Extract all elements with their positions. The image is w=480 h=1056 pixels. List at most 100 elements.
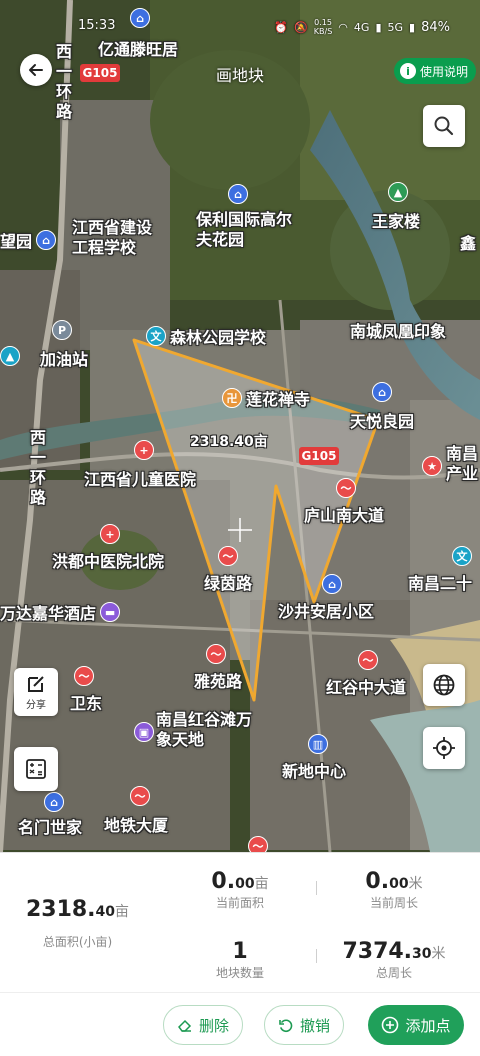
- school-icon: 文: [146, 326, 166, 346]
- current-perim-label: 当前周长: [369, 896, 418, 910]
- house-icon: ⌂: [36, 230, 57, 250]
- total-area-int: 2318.: [25, 897, 96, 922]
- search-button[interactable]: [423, 105, 465, 147]
- search-icon: [434, 116, 454, 136]
- poi-senlin[interactable]: 文森林公园学校: [146, 324, 266, 348]
- school-icon: 文: [452, 546, 472, 566]
- alarm-icon: ⏰: [274, 20, 289, 34]
- current-area-unit: 亩: [254, 876, 269, 892]
- total-area-block: 2318.40亩 总面积(小亩): [0, 853, 155, 991]
- metro-icon: 〜: [248, 836, 268, 852]
- poi-hongdu: 洪都中医院北院: [52, 552, 165, 571]
- eraser-icon: [177, 1019, 192, 1032]
- network-speed-unit: KB/S: [313, 27, 333, 36]
- current-perim-int: 0.: [365, 869, 390, 894]
- undo-icon: [279, 1019, 293, 1033]
- poi-xindi: 新地中心: [282, 762, 347, 781]
- poi-ertong-pin[interactable]: +: [134, 440, 154, 460]
- battery-level: 84%: [421, 19, 450, 35]
- undo-button[interactable]: 撤销: [264, 1005, 344, 1045]
- poi-bottom-pin[interactable]: 〜: [248, 836, 268, 852]
- current-area-label: 当前面积: [215, 896, 264, 910]
- poi-ertong: 江西省儿童医院: [84, 470, 197, 489]
- current-perim-dec: 00: [389, 876, 409, 892]
- map-layer-button[interactable]: [423, 664, 465, 706]
- globe-icon: [433, 674, 455, 696]
- poi-shajing: 沙井安居小区: [278, 602, 375, 621]
- poi-weidong-pin[interactable]: 〜: [74, 666, 94, 686]
- road-sign-g105-mid: G105: [299, 447, 339, 465]
- poi-lvyin-pin[interactable]: 〜: [218, 546, 238, 566]
- poi-nanchang-chanye-pin[interactable]: ★: [422, 456, 442, 476]
- poi-lvyin: 绿茵路: [204, 574, 253, 593]
- metro-icon: 〜: [218, 546, 238, 566]
- poi-lushan-pin[interactable]: 〜: [336, 478, 356, 498]
- poi-baoli: 保利国际高尔夫花园: [196, 210, 293, 249]
- wifi-icon: ◠: [338, 20, 348, 34]
- current-area-int: 0.: [211, 869, 236, 894]
- poi-xihuan2: 西一环路: [30, 428, 47, 507]
- locate-button[interactable]: [423, 727, 465, 769]
- signal-icon: ▮: [409, 20, 416, 34]
- poi-wangjialou-pin[interactable]: ▲: [388, 182, 408, 202]
- poi-xindi-pin[interactable]: ▥: [308, 734, 328, 754]
- share-label: 分享: [26, 699, 46, 711]
- hospital-icon: +: [134, 440, 154, 460]
- crosshair-icon: [433, 737, 455, 759]
- signal-icon: ▮: [375, 20, 382, 34]
- add-point-button[interactable]: 添加点: [368, 1005, 464, 1045]
- share-button[interactable]: 分享: [14, 668, 58, 716]
- poi-yayuan-pin[interactable]: 〜: [206, 644, 226, 664]
- add-point-label: 添加点: [405, 1016, 451, 1035]
- plot-count: 1 地块数量: [160, 939, 320, 981]
- poi-jiangxi-jianshe: 江西省建设工程学校: [72, 218, 153, 257]
- poi-mingmen: 名门世家: [18, 818, 83, 837]
- poi-baoli-pin[interactable]: ⌂: [228, 184, 248, 204]
- poi-gas: 加油站: [40, 350, 89, 369]
- house-icon: ⌂: [44, 792, 64, 812]
- poi-nanchang-er-pin[interactable]: 文: [452, 546, 472, 566]
- house-icon: ⌂: [322, 574, 342, 594]
- poi-yayuan: 雅苑路: [194, 672, 243, 691]
- satellite-map[interactable]: G105 G105 ⌂ 亿通滕旺居 西一环路 江西省建设工程学校 ⌂ 保利国际高…: [0, 0, 480, 852]
- current-perim-unit: 米: [408, 876, 423, 892]
- stats-panel: 2318.40亩 总面积(小亩) 0.00亩 当前面积 0.00米 当前周长 1…: [0, 852, 480, 990]
- metro-icon: 〜: [74, 666, 94, 686]
- gas-station-icon: P: [52, 320, 72, 340]
- current-area: 0.00亩 当前面积: [160, 869, 320, 911]
- poi-ditie-pin[interactable]: 〜: [130, 786, 150, 806]
- poi-hongguzhong: 红谷中大道: [326, 678, 407, 697]
- poi-shajing-pin[interactable]: ⌂: [322, 574, 342, 594]
- total-area-dec: 40: [95, 904, 116, 920]
- temple-icon: 卍: [222, 388, 242, 408]
- help-button[interactable]: i 使用说明: [393, 58, 476, 84]
- current-perimeter: 0.00米 当前周长: [314, 869, 474, 911]
- network-speed: 0.15 KB/S: [314, 18, 333, 36]
- poi-ditie: 地铁大厦: [104, 816, 169, 835]
- current-area-dec: 00: [235, 876, 255, 892]
- poi-weidong: 卫东: [70, 694, 103, 713]
- signal-4g: 4G: [353, 20, 370, 34]
- poi-tianyue: 天悦良园: [350, 412, 415, 431]
- total-perim-unit: 米: [431, 946, 446, 962]
- total-area-label: 总面积(小亩): [42, 935, 113, 949]
- poi-mingmen-pin[interactable]: ⌂: [44, 792, 64, 812]
- poi-hongguzhong-pin[interactable]: 〜: [358, 650, 378, 670]
- delete-label: 删除: [198, 1016, 229, 1035]
- poi-tianyue-pin[interactable]: ⌂: [372, 382, 392, 402]
- hospital-icon: +: [100, 524, 120, 544]
- poi-nanchang-hong: 南昌红谷滩万象天地: [156, 710, 253, 749]
- calculator-icon: [26, 759, 46, 779]
- poi-hongdu-pin[interactable]: +: [100, 524, 120, 544]
- app-root: G105 G105 ⌂ 亿通滕旺居 西一环路 江西省建设工程学校 ⌂ 保利国际高…: [0, 0, 480, 1056]
- plot-count-label: 地块数量: [215, 966, 264, 980]
- delete-button[interactable]: 删除: [163, 1005, 243, 1045]
- total-area-unit: 亩: [115, 904, 130, 920]
- poi-gas-pin[interactable]: P: [52, 320, 72, 340]
- total-perimeter: 7374.30米 总周长: [314, 939, 474, 981]
- poi-edge-pin[interactable]: ▲: [0, 346, 20, 366]
- poi-nanchang-hong-pin[interactable]: ▣: [134, 722, 154, 742]
- metro-icon: 〜: [336, 478, 356, 498]
- calculator-button[interactable]: [14, 747, 58, 791]
- poi-lianhua[interactable]: 卍莲花禅寺: [222, 386, 310, 410]
